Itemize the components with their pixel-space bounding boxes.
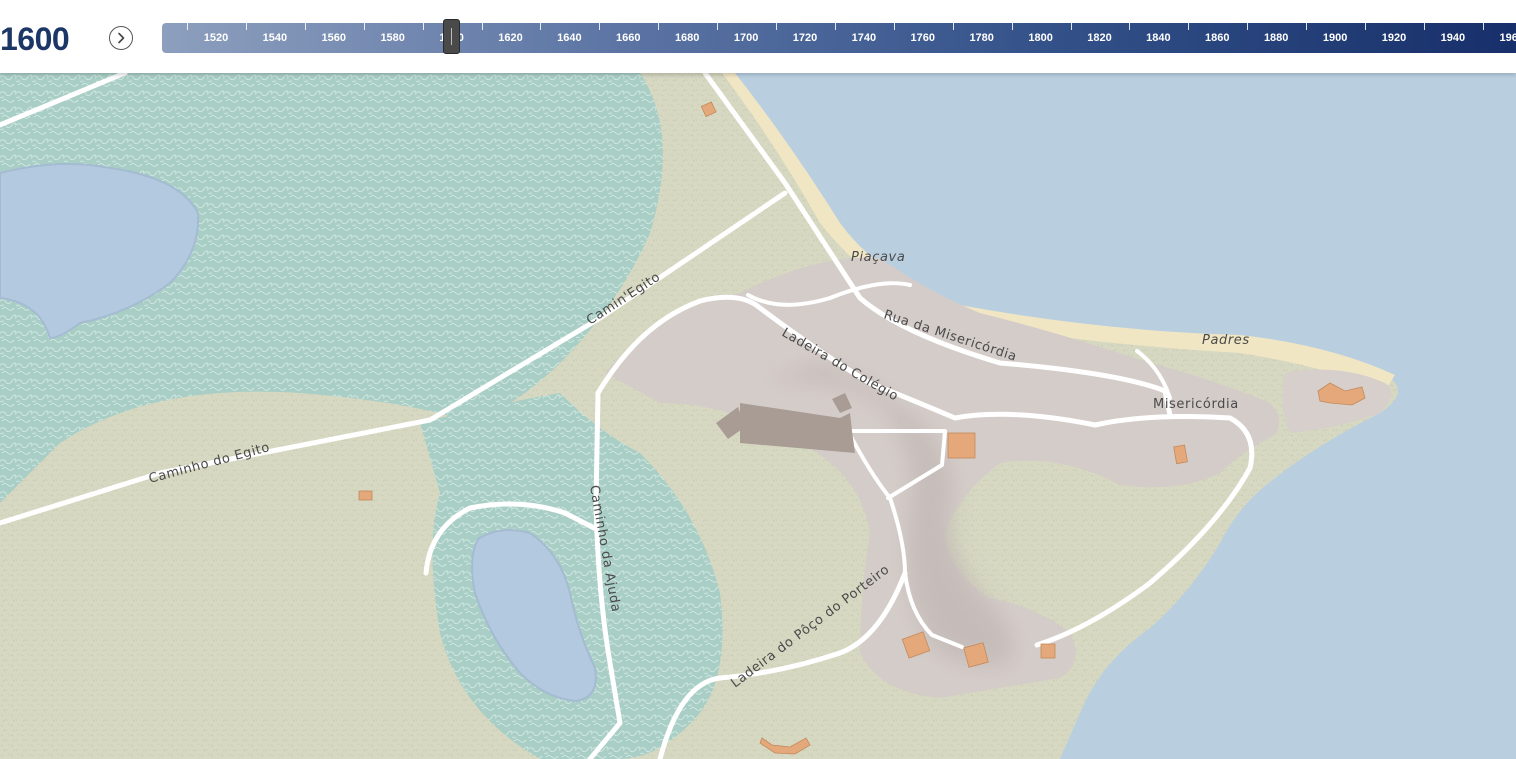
timeline-tick <box>658 23 660 30</box>
timeline-tick-label: 1900 <box>1322 32 1348 44</box>
timeline-header: 1600 15201540156015801600162016401660168… <box>0 0 1516 73</box>
timeline-tick <box>245 23 247 30</box>
timeline-tick <box>1011 23 1013 30</box>
timeline-handle[interactable] <box>443 19 461 54</box>
timeline-tick <box>304 23 306 30</box>
timeline-tick <box>540 23 542 30</box>
timeline-tick-label: 1700 <box>733 32 759 44</box>
timeline-tick <box>187 23 188 30</box>
timeline-tick-label: 1780 <box>969 32 994 44</box>
timeline-tick-label: 1640 <box>557 32 582 44</box>
timeline-tick <box>1070 23 1072 30</box>
timeline-tick <box>481 23 483 30</box>
timeline-tick <box>717 23 719 30</box>
timeline-tick-label: 1720 <box>792 32 818 44</box>
timeline-tick-label: 1620 <box>498 32 523 44</box>
label-piacava: Piaçava <box>851 250 905 265</box>
timeline-tick-label: 1680 <box>674 32 700 44</box>
timeline-tick-label: 1920 <box>1381 32 1407 44</box>
timeline-tick <box>1129 23 1131 30</box>
timeline-tick <box>1188 23 1190 30</box>
historical-map[interactable]: Caminho do Egito Camin'Egito Caminho da … <box>0 73 1516 759</box>
timeline-tick-label: 1800 <box>1028 32 1053 44</box>
timeline-tick-label: 1520 <box>203 32 229 44</box>
label-misericordia: Misericórdia <box>1153 397 1239 412</box>
building <box>947 432 976 459</box>
label-padres: Padres <box>1202 333 1250 348</box>
timeline-tick-label: 1760 <box>910 32 936 44</box>
timeline-tick-label: 1940 <box>1440 32 1466 44</box>
timeline-tick-label: 1560 <box>321 32 347 44</box>
map-view[interactable]: Caminho do Egito Camin'Egito Caminho da … <box>0 73 1516 759</box>
current-year: 1600 <box>0 21 70 57</box>
timeline-tick <box>422 23 424 30</box>
timeline-tick <box>1306 23 1308 30</box>
play-button[interactable] <box>109 26 133 50</box>
timeline-tick-label: 1740 <box>851 32 877 44</box>
timeline-tick <box>1482 23 1484 30</box>
timeline-tick-label: 1960 <box>1499 32 1516 44</box>
building <box>1040 643 1056 659</box>
timeline-tick-label: 1820 <box>1087 32 1112 44</box>
timeline-tick <box>1247 23 1249 30</box>
timeline-tick-label: 1660 <box>616 32 641 44</box>
timeline-tick <box>893 23 895 30</box>
timeline-tick-label: 1840 <box>1146 32 1171 44</box>
timeline-tick <box>776 23 777 30</box>
timeline-tick-label: 1540 <box>262 32 288 44</box>
building <box>358 490 373 501</box>
timeline-tick-label: 1860 <box>1205 32 1230 44</box>
timeline-tick <box>952 23 954 30</box>
timeline-tick <box>1423 23 1425 30</box>
timeline-tick <box>363 23 365 30</box>
timeline-tick <box>1365 23 1366 30</box>
timeline-tick <box>599 23 601 30</box>
building <box>1173 444 1188 465</box>
chevron-right-icon <box>118 32 125 44</box>
timeline-tick-label: 1580 <box>380 32 405 44</box>
timeline-slider[interactable]: 1520154015601580160016201640166016801700… <box>162 23 1516 53</box>
timeline-tick <box>834 23 836 30</box>
timeline-tick-label: 1880 <box>1263 32 1289 44</box>
